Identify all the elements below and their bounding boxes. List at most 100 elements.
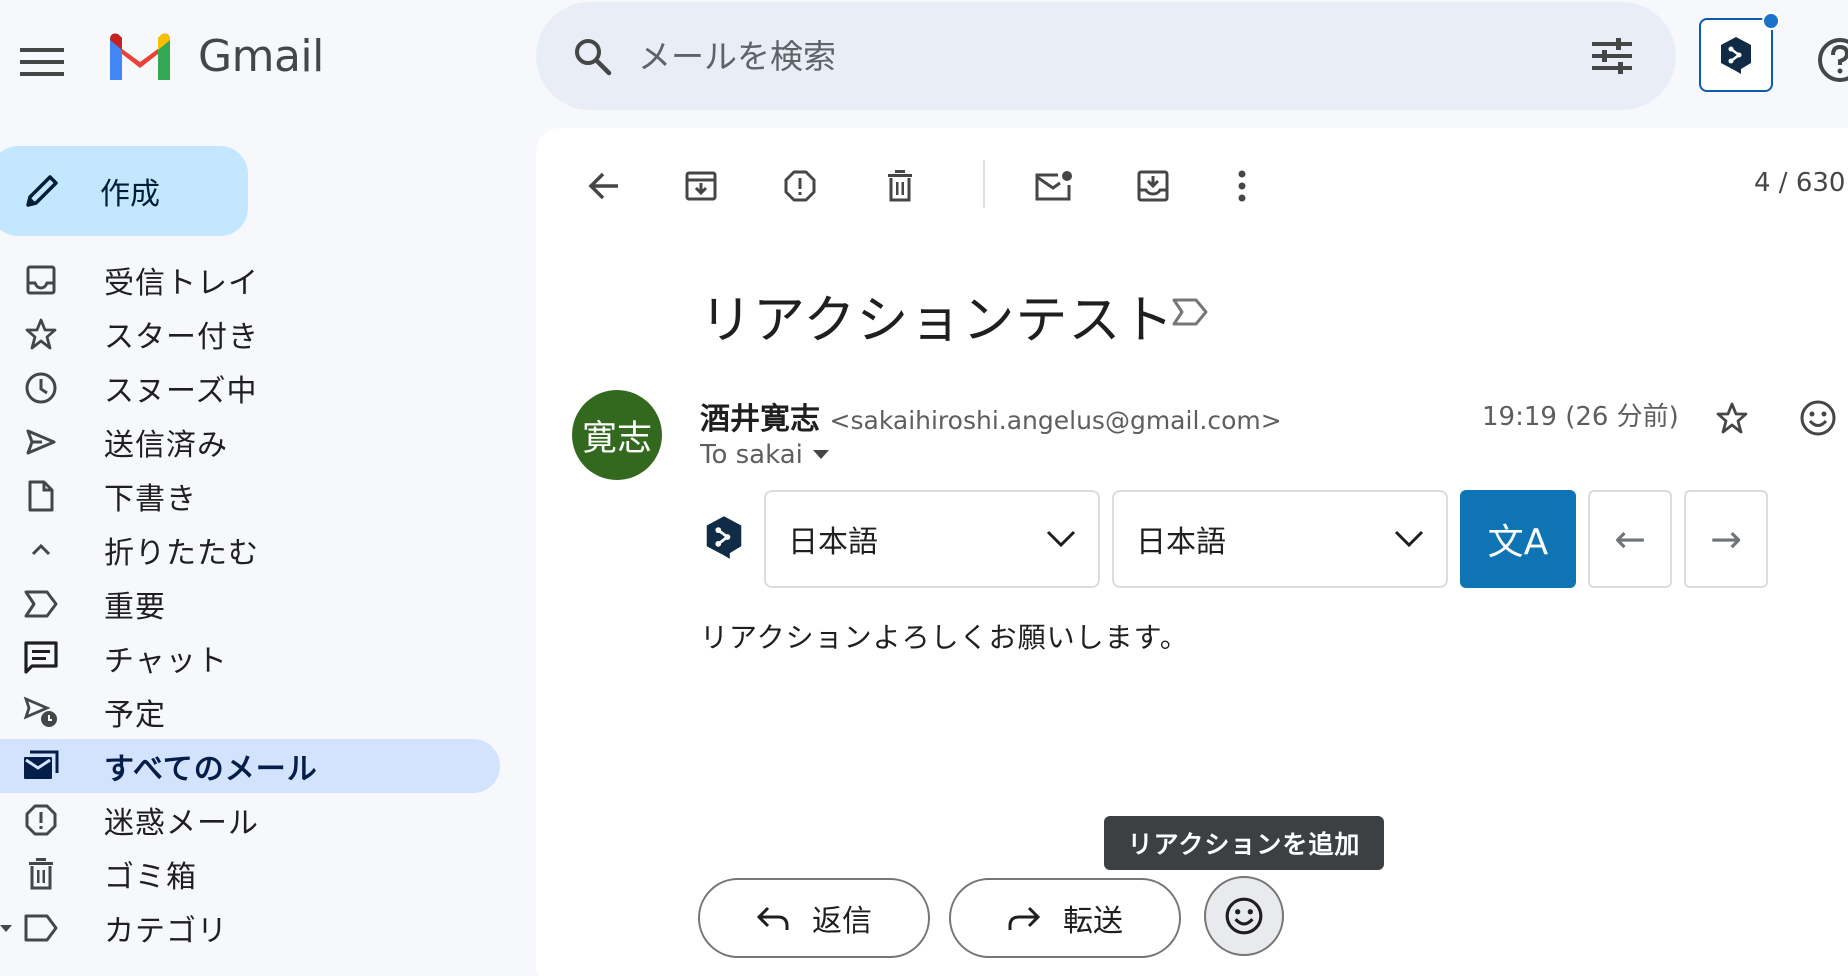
message-time: 19:19 (26 分前) — [1482, 402, 1679, 432]
sidebar-item-all-mail[interactable]: すべてのメール — [0, 739, 500, 793]
previous-translation-button[interactable]: ← — [1588, 490, 1672, 588]
star-button[interactable] — [1704, 390, 1760, 446]
expand-caret-icon[interactable] — [0, 922, 12, 934]
label-icon — [20, 907, 62, 949]
deepl-logo-icon — [704, 514, 748, 562]
collapse-icon — [20, 529, 62, 571]
sidebar-item-categories[interactable]: カテゴリ — [0, 901, 500, 955]
sidebar-item-sent[interactable]: 送信済み — [0, 415, 500, 469]
sidebar-item-label: スター付き — [104, 320, 259, 355]
target-language-select[interactable]: 日本語 — [1112, 490, 1448, 588]
archive-button[interactable] — [671, 156, 731, 216]
spam-icon — [20, 799, 62, 841]
gmail-m-icon — [110, 33, 170, 80]
target-language-value: 日本語 — [1136, 525, 1226, 560]
star-icon — [20, 313, 62, 355]
compose-button[interactable]: 作成 — [0, 146, 248, 236]
delete-button[interactable] — [870, 156, 930, 216]
chat-icon — [20, 637, 62, 679]
translate-icon: 文A — [1487, 522, 1549, 563]
sidebar-nav: 受信トレイ スター付き スヌーズ中 送信済み 下書き 折りたたむ 重要 チャット… — [0, 253, 500, 955]
sidebar-item-label: 受信トレイ — [104, 266, 259, 301]
recipient-line[interactable]: To sakai — [700, 440, 829, 470]
clock-icon — [20, 367, 62, 409]
inbox-icon — [20, 259, 62, 301]
sender-line: 酒井寛志 <sakaihiroshi.angelus@gmail.com> — [700, 394, 1282, 438]
sidebar-item-label: カテゴリ — [104, 914, 228, 949]
send-icon — [20, 421, 62, 463]
add-reaction-header-button[interactable] — [1790, 390, 1846, 446]
sidebar-item-important[interactable]: 重要 — [0, 577, 500, 631]
report-spam-icon — [784, 170, 816, 202]
sidebar-item-label: 下書き — [104, 482, 197, 517]
sender-email: <sakaihiroshi.angelus@gmail.com> — [829, 406, 1282, 435]
add-reaction-button[interactable] — [1204, 876, 1284, 956]
back-arrow-icon — [588, 172, 618, 200]
message-body: リアクションよろしくお願いします。 — [700, 621, 1189, 654]
sender-avatar[interactable]: 寛志 — [572, 390, 662, 480]
move-to-button[interactable] — [1123, 156, 1183, 216]
trash-icon — [888, 170, 912, 202]
message-panel: 4 / 630 リアクションテスト 寛志 酒井寛志 <sakaihiroshi.… — [536, 128, 1848, 976]
chevron-down-icon — [1394, 530, 1424, 548]
search-options-icon[interactable] — [1584, 28, 1640, 84]
back-button[interactable] — [574, 156, 634, 216]
sidebar-item-inbox[interactable]: 受信トレイ — [0, 253, 500, 307]
source-language-select[interactable]: 日本語 — [764, 490, 1100, 588]
deepl-extension-button[interactable] — [1699, 18, 1773, 92]
scheduled-icon — [20, 691, 62, 733]
recipient-label: To sakai — [700, 440, 803, 470]
more-options-button[interactable] — [1212, 156, 1272, 216]
translate-button[interactable]: 文A — [1460, 490, 1576, 588]
sidebar-item-snoozed[interactable]: スヌーズ中 — [0, 361, 500, 415]
forward-icon — [1008, 906, 1041, 930]
chevron-down-icon — [1046, 530, 1076, 548]
help-icon — [1818, 38, 1848, 82]
sidebar-item-scheduled[interactable]: 予定 — [0, 685, 500, 739]
important-marker-icon[interactable] — [1170, 294, 1212, 336]
arrow-right-icon: → — [1710, 517, 1742, 561]
notification-dot — [1762, 12, 1780, 30]
app-name: Gmail — [198, 30, 324, 82]
sidebar-item-label: 迷惑メール — [104, 806, 259, 841]
forward-label: 転送 — [1063, 904, 1123, 939]
sidebar-item-chat[interactable]: チャット — [0, 631, 500, 685]
message-counter: 4 / 630 — [1754, 168, 1846, 198]
sidebar-item-drafts[interactable]: 下書き — [0, 469, 500, 523]
main-menu-button[interactable] — [12, 32, 72, 92]
mark-unread-icon — [1035, 171, 1072, 201]
sidebar-item-starred[interactable]: スター付き — [0, 307, 500, 361]
sidebar-item-label: スヌーズ中 — [104, 374, 258, 409]
source-language-value: 日本語 — [788, 525, 878, 560]
message-subject: リアクションテスト — [700, 291, 1175, 351]
search-input[interactable] — [638, 36, 1584, 76]
mark-unread-button[interactable] — [1024, 156, 1084, 216]
sidebar-item-collapse[interactable]: 折りたたむ — [0, 523, 500, 577]
deepl-icon — [1721, 37, 1751, 74]
star-icon — [1716, 402, 1748, 434]
sidebar-item-trash[interactable]: ゴミ箱 — [0, 847, 500, 901]
all-mail-icon — [20, 745, 62, 787]
help-button[interactable] — [1810, 30, 1848, 90]
trash-icon — [20, 853, 62, 895]
sidebar-item-label: 送信済み — [104, 428, 228, 463]
sidebar-item-spam[interactable]: 迷惑メール — [0, 793, 500, 847]
report-spam-button[interactable] — [770, 156, 830, 216]
gmail-logo[interactable]: Gmail — [106, 30, 324, 82]
reply-icon — [756, 906, 789, 930]
forward-button[interactable]: 転送 — [949, 878, 1181, 958]
reply-button[interactable]: 返信 — [698, 878, 930, 958]
next-translation-button[interactable]: → — [1684, 490, 1768, 588]
search-bar[interactable] — [536, 2, 1676, 110]
reaction-tooltip: リアクションを追加 — [1104, 816, 1384, 870]
more-vert-icon — [1238, 170, 1246, 202]
sidebar-item-label: 重要 — [104, 590, 166, 625]
sidebar-item-label: 予定 — [104, 698, 166, 733]
toolbar-divider — [983, 160, 985, 208]
search-icon[interactable] — [568, 32, 616, 80]
caret-down-icon[interactable] — [812, 450, 829, 460]
compose-label: 作成 — [100, 177, 160, 212]
sender-name[interactable]: 酒井寛志 — [700, 402, 820, 437]
hamburger-icon — [20, 48, 64, 76]
pencil-icon — [22, 171, 62, 211]
